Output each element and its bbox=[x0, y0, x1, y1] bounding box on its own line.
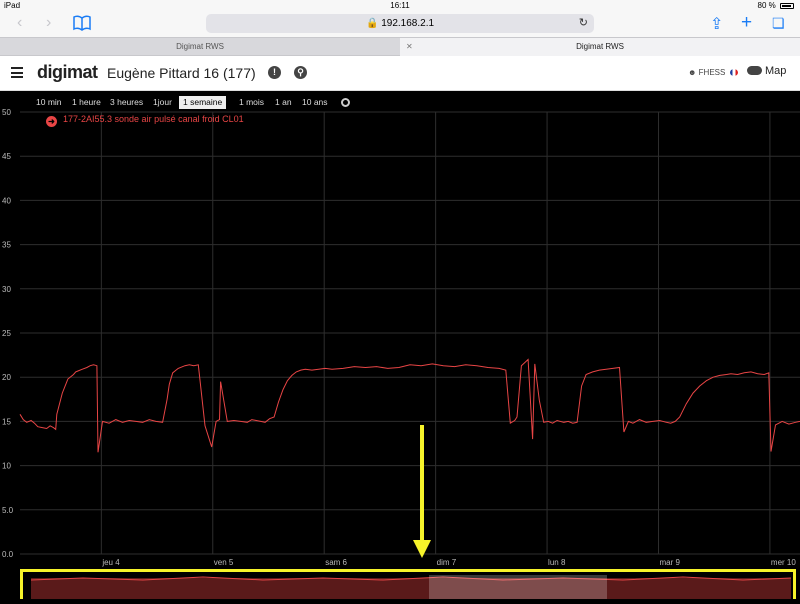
y-tick-label: 20 bbox=[2, 373, 11, 382]
close-tab-icon[interactable]: ✕ bbox=[406, 38, 413, 56]
y-tick-label: 45 bbox=[2, 152, 11, 161]
ios-status-bar: iPad 16:11 80 % bbox=[0, 0, 800, 12]
battery-icon bbox=[780, 3, 794, 9]
y-tick-label: 15 bbox=[2, 417, 11, 426]
tabs-overview-icon[interactable]: ❏ bbox=[772, 15, 785, 32]
tab-2[interactable]: ✕ Digimat RWS bbox=[400, 38, 800, 56]
browser-tabs: Digimat RWS ✕ Digimat RWS bbox=[0, 37, 800, 56]
back-icon[interactable]: ‹ bbox=[17, 14, 22, 32]
x-tick-label: sam 6 bbox=[325, 558, 347, 567]
new-tab-icon[interactable]: + bbox=[741, 12, 752, 34]
battery-percent: 80 % bbox=[757, 1, 776, 10]
y-tick-label: 25 bbox=[2, 329, 11, 338]
url-text: 192.168.2.1 bbox=[381, 18, 435, 29]
trend-chart[interactable]: 0.0 5.0 10 15 20 25 30 35 40 45 50 jeu 4 ven 5 sam 6 d… bbox=[0, 100, 800, 568]
x-tick-label: ven 5 bbox=[214, 558, 234, 567]
tab-title: Digimat RWS bbox=[176, 42, 224, 51]
lock-icon: 🔒 bbox=[365, 18, 379, 29]
x-tick-label: mar 9 bbox=[659, 558, 680, 567]
page-title: Eugène Pittard 16 (177) bbox=[107, 65, 256, 81]
browser-toolbar: ‹ › 🔒 192.168.2.1 ↻ ⇪ + ❏ bbox=[0, 12, 800, 37]
y-tick-label: 40 bbox=[2, 196, 11, 205]
series-legend[interactable]: ➜ 177-2AI55.3 sonde air pulsé canal froid… bbox=[46, 114, 244, 127]
search-icon[interactable]: ⚲ bbox=[294, 66, 307, 79]
y-tick-label: 10 bbox=[2, 462, 11, 471]
forward-icon[interactable]: › bbox=[46, 14, 51, 32]
tab-1[interactable]: Digimat RWS bbox=[0, 38, 400, 56]
tab-title: Digimat RWS bbox=[576, 42, 624, 51]
app-header: digimat Eugène Pittard 16 (177) ! ⚲ ☻ FH… bbox=[0, 56, 800, 91]
y-tick-label: 30 bbox=[2, 285, 11, 294]
legend-label: 177-2AI55.3 sonde air pulsé canal froid … bbox=[63, 114, 244, 124]
reload-icon[interactable]: ↻ bbox=[579, 14, 588, 33]
battery-status: 80 % bbox=[758, 1, 794, 10]
series-line bbox=[19, 358, 800, 453]
map-label: Map bbox=[765, 65, 787, 77]
annotation-arrow-head bbox=[413, 540, 431, 558]
y-tick-label: 35 bbox=[2, 241, 11, 250]
navigator-selection[interactable] bbox=[429, 575, 607, 599]
address-bar[interactable]: 🔒 192.168.2.1 ↻ bbox=[206, 14, 594, 33]
navigator-strip[interactable] bbox=[20, 569, 796, 599]
map-button[interactable]: Map bbox=[747, 65, 786, 77]
y-tick-label: 0.0 bbox=[2, 550, 14, 559]
y-tick-label: 50 bbox=[2, 108, 11, 117]
clock: 16:11 bbox=[390, 1, 410, 10]
x-tick-label: mer 10 bbox=[771, 558, 796, 567]
username: FHESS bbox=[698, 68, 726, 77]
x-tick-label: jeu 4 bbox=[101, 558, 120, 567]
share-icon[interactable]: ⇪ bbox=[710, 14, 723, 34]
user-icon: ☻ bbox=[688, 68, 697, 77]
app-logo: digimat bbox=[37, 62, 98, 82]
x-tick-label: dim 7 bbox=[437, 558, 457, 567]
navigator-area bbox=[31, 578, 791, 599]
alert-icon[interactable]: ! bbox=[268, 66, 281, 79]
bookmarks-icon[interactable] bbox=[72, 15, 92, 31]
y-tick-label: 5.0 bbox=[2, 506, 14, 515]
arrow-right-icon: ➜ bbox=[46, 116, 57, 127]
x-tick-label: lun 8 bbox=[548, 558, 566, 567]
navigator-svg bbox=[30, 575, 792, 599]
user-menu[interactable]: ☻ FHESS bbox=[688, 68, 738, 77]
french-flag-icon bbox=[729, 69, 738, 76]
menu-icon[interactable] bbox=[11, 67, 23, 78]
cloud-icon bbox=[747, 66, 762, 75]
